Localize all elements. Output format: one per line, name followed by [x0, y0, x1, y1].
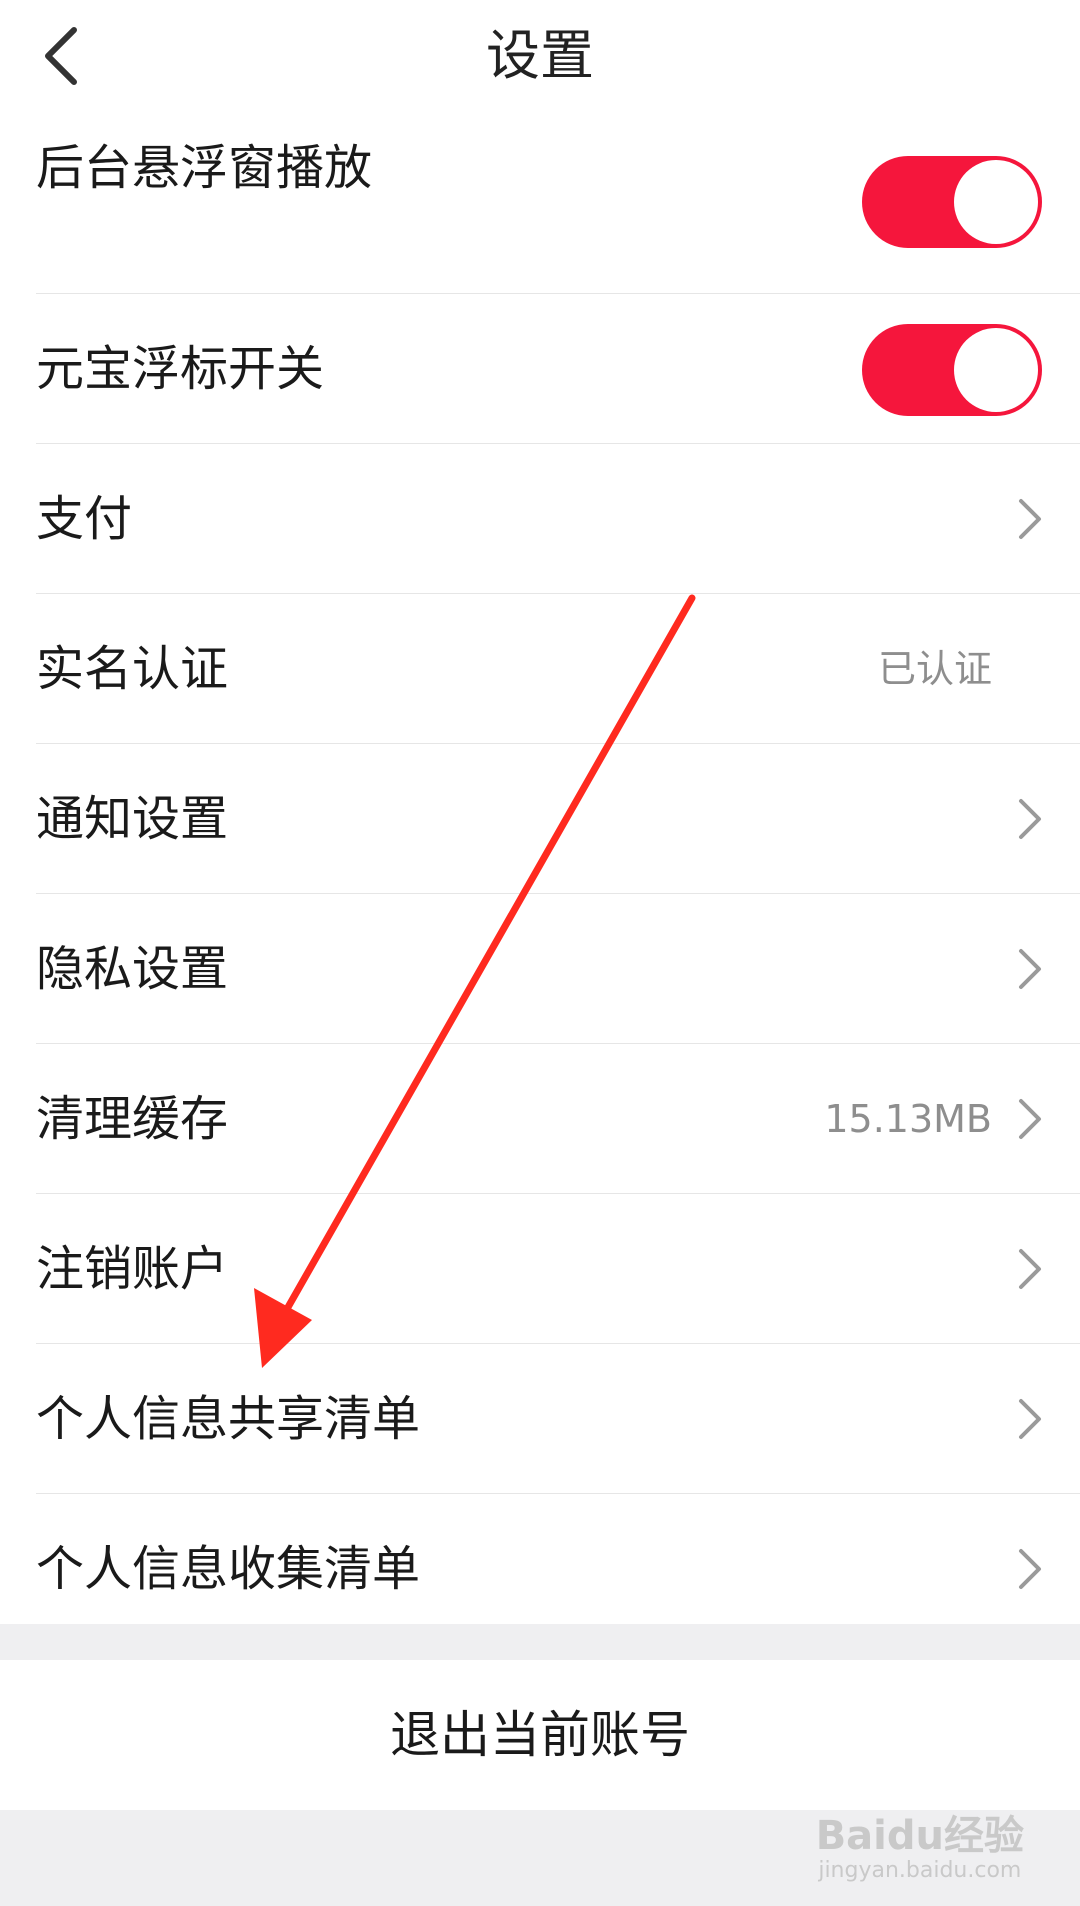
setting-row-info-collection-list[interactable]: 个人信息收集清单	[0, 1494, 1080, 1644]
setting-row-clear-cache[interactable]: 清理缓存 15.13MB	[0, 1044, 1080, 1194]
setting-label: 支付	[36, 491, 133, 547]
setting-label: 个人信息收集清单	[36, 1541, 421, 1597]
floating-window-toggle[interactable]	[862, 156, 1042, 248]
real-name-status: 已认证	[877, 647, 992, 691]
chevron-right-icon	[1019, 1549, 1041, 1589]
chevron-right-icon	[1019, 1399, 1041, 1439]
logout-button[interactable]: 退出当前账号	[0, 1660, 1080, 1810]
setting-row-privacy[interactable]: 隐私设置	[0, 894, 1080, 1044]
setting-label: 清理缓存	[36, 1091, 229, 1147]
chevron-right-icon	[1019, 949, 1041, 989]
header-bar: 设置	[0, 0, 1080, 112]
setting-row-cancel-account[interactable]: 注销账户	[0, 1194, 1080, 1344]
yuanbao-float-toggle[interactable]	[862, 324, 1042, 416]
cache-size: 15.13MB	[824, 1097, 992, 1141]
setting-label: 隐私设置	[36, 941, 229, 997]
setting-row-notifications[interactable]: 通知设置	[0, 744, 1080, 894]
chevron-right-icon	[1019, 1249, 1041, 1289]
chevron-right-icon	[1019, 799, 1041, 839]
setting-row-floating-window: 后台悬浮窗播放	[0, 140, 1080, 294]
watermark-logo: Baidu经验	[815, 1813, 1024, 1859]
toggle-knob	[954, 328, 1038, 412]
setting-label: 元宝浮标开关	[36, 341, 325, 397]
settings-list: 后台悬浮窗播放 元宝浮标开关 支付 实名认证 已认证 通知设置 隐私设置 清理缓…	[0, 140, 1080, 1644]
setting-label: 实名认证	[36, 641, 229, 697]
page-title: 设置	[486, 24, 594, 87]
toggle-knob	[954, 160, 1038, 244]
watermark-url: jingyan.baidu.com	[818, 1858, 1022, 1883]
chevron-right-icon	[1019, 1099, 1041, 1139]
chevron-right-icon	[1019, 499, 1041, 539]
setting-row-info-sharing-list[interactable]: 个人信息共享清单	[0, 1344, 1080, 1494]
baidu-watermark: Baidu经验 jingyan.baidu.com	[816, 1814, 1024, 1884]
setting-label: 个人信息共享清单	[36, 1391, 421, 1447]
setting-row-yuanbao-float: 元宝浮标开关	[0, 294, 1080, 444]
setting-row-payment[interactable]: 支付	[0, 444, 1080, 594]
setting-row-real-name[interactable]: 实名认证 已认证	[0, 594, 1080, 744]
section-gap	[0, 1624, 1080, 1660]
setting-label: 后台悬浮窗播放	[36, 140, 373, 196]
setting-label: 通知设置	[36, 791, 229, 847]
setting-label: 注销账户	[36, 1241, 229, 1297]
